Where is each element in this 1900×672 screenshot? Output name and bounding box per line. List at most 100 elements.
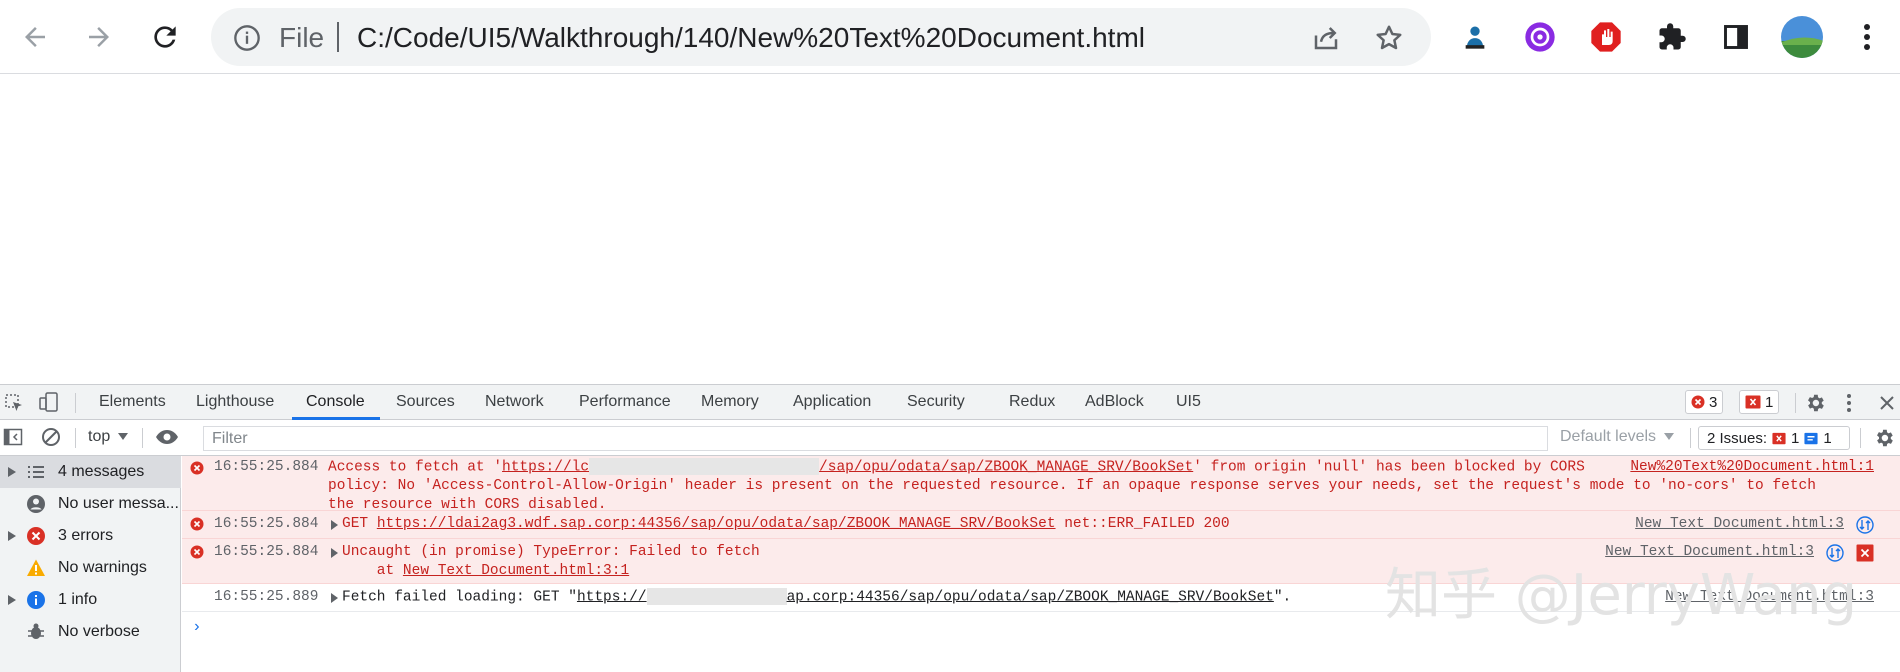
message-part: Fetch failed loading: GET " (342, 589, 577, 606)
menu-button[interactable] (1847, 17, 1887, 57)
request-url-link[interactable]: https:// (577, 589, 647, 605)
expand-arrow-icon[interactable] (8, 595, 16, 605)
message-text: GET https://ldai2ag3.wdf.sap.corp:44356/… (342, 515, 1230, 534)
sidebar-item-verbose[interactable]: No verbose (0, 616, 181, 648)
sidebar-item-user-messages[interactable]: No user messa... (0, 488, 181, 520)
console-message-error[interactable]: 16:55:25.884 Uncaught (in promise) TypeE… (182, 539, 1900, 584)
context-selector[interactable]: top (88, 428, 110, 446)
share-icon[interactable] (1311, 23, 1341, 53)
tab-sources[interactable]: Sources (396, 393, 455, 411)
divider (75, 393, 76, 413)
request-url-link[interactable]: https://ldai2ag3.wdf.sap.corp:44356/sap/… (377, 516, 1056, 532)
tab-console[interactable]: Console (306, 393, 365, 411)
reload-button[interactable] (145, 17, 185, 57)
message-text: Fetch failed loading: GET "https:// ap.co… (342, 588, 1291, 607)
eye-icon[interactable] (155, 428, 179, 446)
sidebar-item-messages[interactable]: 4 messages (0, 456, 181, 488)
arrow-left-icon (25, 27, 45, 47)
address-bar[interactable]: File C:/Code/UI5/Walkthrough/140/New%20T… (211, 8, 1431, 66)
sidebar-item-warnings[interactable]: No warnings (0, 552, 181, 584)
issue-error-icon[interactable] (1856, 544, 1874, 562)
extensions-button[interactable] (1652, 17, 1692, 57)
expand-arrow-icon[interactable] (8, 531, 16, 541)
console-messages: 16:55:25.884 Access to fetch at 'https:/… (182, 456, 1900, 672)
console-message-error[interactable]: 16:55:25.884 Access to fetch at 'https:/… (182, 456, 1900, 513)
info-icon (27, 591, 45, 609)
stack-link[interactable]: New Text Document.html:3:1 (403, 563, 629, 579)
tab-memory[interactable]: Memory (701, 393, 759, 411)
issues-button[interactable]: 2 Issues: 1 1 (1698, 426, 1850, 450)
source-link[interactable]: New Text Document.html:3 (1605, 543, 1814, 562)
chevron-down-icon (118, 433, 128, 440)
extension-purple-button[interactable] (1520, 17, 1560, 57)
devtools-panel: Elements Lighthouse Console Sources Netw… (0, 384, 1900, 672)
sidebar-item-label: 3 errors (58, 527, 114, 544)
side-panel-icon (1724, 25, 1748, 49)
more-vert-icon (1864, 24, 1870, 50)
issues-info-count: 1 (1823, 429, 1832, 447)
adblock-button[interactable] (1586, 17, 1626, 57)
tab-application[interactable]: Application (793, 393, 871, 411)
url-text[interactable]: C:/Code/UI5/Walkthrough/140/New%20Text%2… (357, 22, 1145, 54)
sidebar-item-label: No verbose (58, 623, 140, 640)
tab-elements[interactable]: Elements (99, 393, 166, 411)
expand-arrow-icon[interactable] (331, 548, 338, 558)
expand-arrow-icon[interactable] (8, 467, 16, 477)
request-url-link[interactable]: https://lc (502, 459, 589, 475)
filter-input[interactable]: Filter (203, 426, 1548, 451)
request-url-link[interactable]: ap.corp:44356/sap/opu/odata/sap/ZBOOK_MA… (787, 589, 1274, 605)
close-icon[interactable] (1878, 394, 1896, 412)
expand-arrow-icon[interactable] (331, 593, 338, 603)
tab-redux[interactable]: Redux (1009, 393, 1055, 411)
source-link[interactable]: New Text Document.html:3 (1635, 515, 1844, 534)
console-settings-gear-icon[interactable] (1873, 427, 1895, 449)
tab-performance[interactable]: Performance (579, 393, 671, 411)
info-icon[interactable] (233, 24, 261, 52)
network-request-icon[interactable] (1856, 516, 1874, 534)
expand-arrow-icon[interactable] (331, 520, 338, 530)
star-icon[interactable] (1374, 23, 1404, 53)
error-icon (190, 461, 204, 475)
sidebar-item-errors[interactable]: 3 errors (0, 520, 181, 552)
settings-gear-icon[interactable] (1804, 392, 1826, 414)
sidebar-item-label: No warnings (58, 559, 147, 576)
tab-ui5[interactable]: UI5 (1176, 393, 1201, 411)
warning-icon (27, 559, 45, 576)
scheme-label: File (279, 22, 325, 53)
sidebar-toggle-icon[interactable] (3, 427, 23, 447)
issue-count: 1 (1765, 393, 1774, 411)
console-message-log[interactable]: 16:55:25.889 Fetch failed loading: GET "… (182, 584, 1900, 612)
back-button[interactable] (15, 17, 55, 57)
more-options-icon[interactable] (1845, 392, 1853, 414)
issue-count-badge[interactable]: 1 (1739, 390, 1780, 414)
sidebar-item-info[interactable]: 1 info (0, 584, 181, 616)
sidebar-item-label: 1 info (58, 591, 98, 608)
issue-error-icon (1772, 432, 1786, 444)
puzzle-icon (1659, 23, 1686, 50)
device-toolbar-icon[interactable] (38, 391, 60, 413)
chevron-down-icon (1664, 433, 1674, 440)
error-count-badge[interactable]: 3 (1685, 390, 1724, 414)
profile-avatar[interactable] (1780, 15, 1824, 59)
issues-error-count: 1 (1791, 429, 1800, 447)
console-prompt-caret[interactable]: › (192, 618, 202, 636)
extension-person-button[interactable] (1455, 17, 1495, 57)
console-message-error[interactable]: 16:55:25.884 GET https://ldai2ag3.wdf.sa… (182, 511, 1900, 539)
source-link[interactable]: New%20Text%20Document.html:1 (1630, 458, 1874, 477)
request-url-link[interactable]: /sap/opu/odata/sap/ZBOOK_MANAGE_SRV/Book… (819, 459, 1193, 475)
network-request-icon[interactable] (1826, 544, 1844, 562)
tab-adblock[interactable]: AdBlock (1085, 393, 1144, 411)
default-levels-dropdown[interactable]: Default levels (1560, 428, 1656, 446)
status-text: net::ERR_FAILED 200 (1064, 516, 1230, 532)
clear-console-icon[interactable] (41, 427, 61, 447)
divider (337, 22, 339, 52)
error-icon (27, 527, 45, 545)
tab-network[interactable]: Network (485, 393, 544, 411)
source-link[interactable]: New Text Document.html:3 (1665, 588, 1874, 607)
side-panel-button[interactable] (1716, 17, 1756, 57)
tab-security[interactable]: Security (907, 393, 965, 411)
tab-lighthouse[interactable]: Lighthouse (196, 393, 274, 411)
person-extension-icon (1465, 26, 1485, 49)
forward-button[interactable] (79, 17, 119, 57)
inspect-element-icon[interactable] (4, 393, 24, 413)
